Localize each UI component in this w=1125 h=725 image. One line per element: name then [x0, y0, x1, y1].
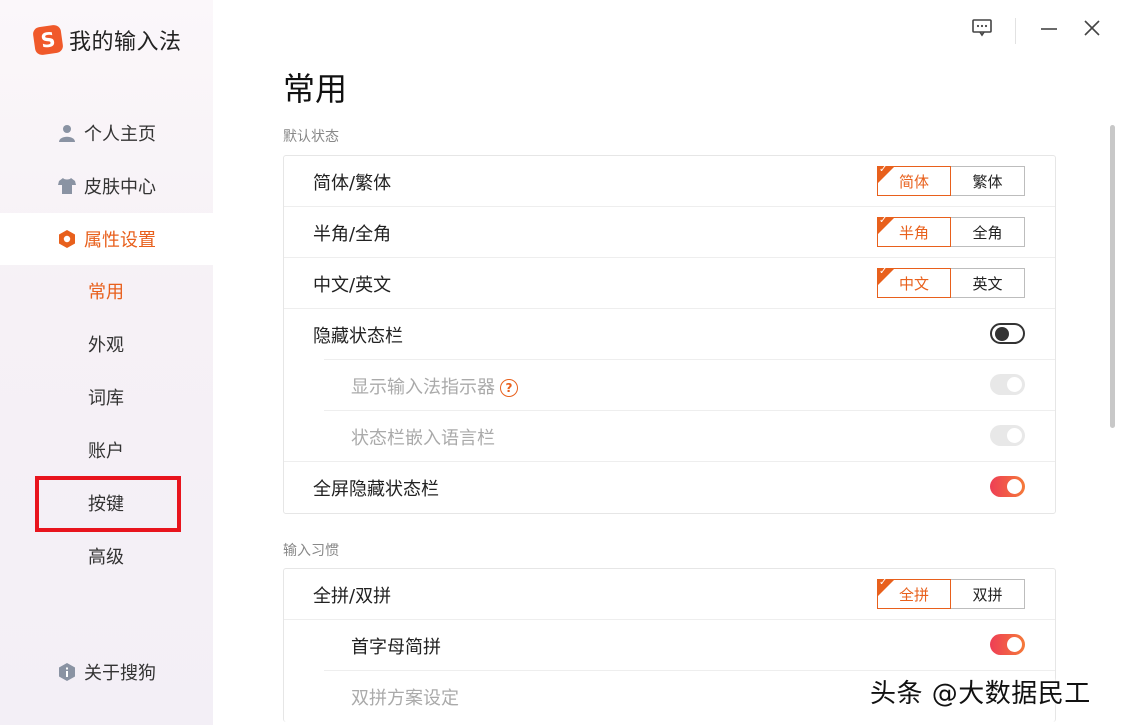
- simplified-traditional-segment: ✓ 简体 繁体: [877, 164, 1025, 196]
- red-highlight-box: [35, 476, 181, 532]
- setting-row: 半角/全角 ✓ 半角 全角: [284, 207, 1055, 258]
- setting-row: 全屏隐藏状态栏: [284, 462, 1055, 513]
- setting-label: 全拼/双拼: [313, 585, 392, 607]
- chinese-english-segment: ✓ 中文 英文: [877, 266, 1025, 298]
- app-title: 我的输入法: [69, 30, 182, 55]
- setting-row: 隐藏状态栏: [284, 309, 1055, 360]
- segment-option-quanpin[interactable]: ✓ 全拼: [877, 577, 951, 609]
- window-controls-divider: [1015, 18, 1016, 44]
- check-icon: ✓: [879, 164, 888, 175]
- sidebar-item-about[interactable]: 关于搜狗: [0, 646, 213, 698]
- sidebar-item-skins[interactable]: 皮肤中心: [0, 160, 213, 212]
- close-icon: [1083, 19, 1101, 42]
- show-indicator-toggle: [990, 374, 1025, 395]
- setting-row: 首字母简拼: [284, 620, 1055, 671]
- initial-abbrev-toggle[interactable]: [990, 634, 1025, 655]
- scrollbar[interactable]: [1110, 125, 1115, 428]
- setting-label: 隐藏状态栏: [313, 325, 403, 347]
- sidebar: S 我的输入法 个人主页 皮肤中心 属性设置 常用 外观 词库 账户 按键 高级…: [0, 0, 213, 725]
- subnav-item-advanced[interactable]: 高级: [88, 545, 124, 571]
- setting-label: 状态栏嵌入语言栏: [351, 427, 495, 449]
- segment-option-english[interactable]: 英文: [951, 268, 1025, 298]
- check-icon: ✓: [879, 215, 888, 226]
- watermark-text: 头条 @大数据民工: [870, 679, 1091, 709]
- segment-option-traditional[interactable]: 繁体: [951, 166, 1025, 196]
- section-label-default-state: 默认状态: [283, 129, 339, 145]
- segment-option-fullwidth[interactable]: 全角: [951, 217, 1025, 247]
- fullscreen-hide-statusbar-toggle[interactable]: [990, 476, 1025, 497]
- shirt-icon: [58, 177, 76, 195]
- close-button[interactable]: [1080, 18, 1104, 42]
- setting-row: 显示输入法指示器?: [284, 360, 1055, 411]
- minimize-icon: [1040, 19, 1058, 42]
- setting-label: 双拼方案设定: [351, 687, 459, 709]
- feedback-icon: [972, 18, 992, 42]
- segment-option-halfwidth[interactable]: ✓ 半角: [877, 215, 951, 247]
- setting-row: 状态栏嵌入语言栏: [284, 411, 1055, 462]
- sogou-logo-icon: S: [32, 24, 64, 56]
- settings-hex-icon: [58, 230, 76, 248]
- settings-card-default-state: 简体/繁体 ✓ 简体 繁体 半角/全角 ✓ 半角 全角 中文/英文 ✓ 中文 英文 隐…: [283, 155, 1056, 514]
- help-icon[interactable]: ?: [500, 378, 518, 397]
- setting-label: 首字母简拼: [351, 636, 441, 658]
- subnav-item-account[interactable]: 账户: [88, 439, 124, 465]
- segment-option-simplified[interactable]: ✓ 简体: [877, 164, 951, 196]
- sidebar-item-settings[interactable]: 属性设置: [0, 213, 213, 265]
- user-icon: [58, 124, 76, 142]
- info-icon: [58, 663, 76, 681]
- segment-option-chinese[interactable]: ✓ 中文: [877, 266, 951, 298]
- main-panel: 常用 默认状态 简体/繁体 ✓ 简体 繁体 半角/全角 ✓ 半角 全角 中文/英文 …: [213, 0, 1125, 725]
- sidebar-item-label: 关于搜狗: [84, 663, 156, 684]
- sidebar-item-label: 皮肤中心: [84, 177, 156, 198]
- section-label-input-habits: 输入习惯: [283, 543, 339, 559]
- halfwidth-fullwidth-segment: ✓ 半角 全角: [877, 215, 1025, 247]
- setting-row: 中文/英文 ✓ 中文 英文: [284, 258, 1055, 309]
- subnav-item-dictionary[interactable]: 词库: [88, 386, 124, 412]
- page-title: 常用: [283, 70, 348, 108]
- app-logo: S 我的输入法: [32, 24, 182, 56]
- subnav-item-appearance[interactable]: 外观: [88, 333, 124, 359]
- sidebar-item-label: 个人主页: [84, 124, 156, 145]
- feedback-button[interactable]: [970, 18, 994, 42]
- check-icon: ✓: [879, 266, 888, 277]
- hide-statusbar-toggle[interactable]: [990, 323, 1025, 344]
- setting-label: 显示输入法指示器?: [351, 373, 518, 399]
- setting-row: 简体/繁体 ✓ 简体 繁体: [284, 156, 1055, 207]
- sidebar-item-label: 属性设置: [84, 230, 156, 251]
- segment-option-shuangpin[interactable]: 双拼: [951, 579, 1025, 609]
- setting-label: 简体/繁体: [313, 172, 392, 194]
- setting-row: 全拼/双拼 ✓ 全拼 双拼: [284, 569, 1055, 620]
- minimize-button[interactable]: [1037, 18, 1061, 42]
- subnav-item-common[interactable]: 常用: [88, 280, 124, 306]
- quanpin-shuangpin-segment: ✓ 全拼 双拼: [877, 577, 1025, 609]
- sidebar-item-profile[interactable]: 个人主页: [0, 107, 213, 159]
- setting-label: 中文/英文: [313, 274, 392, 296]
- embed-language-bar-toggle: [990, 425, 1025, 446]
- setting-label: 全屏隐藏状态栏: [313, 478, 439, 500]
- setting-label: 半角/全角: [313, 223, 392, 245]
- check-icon: ✓: [879, 577, 888, 588]
